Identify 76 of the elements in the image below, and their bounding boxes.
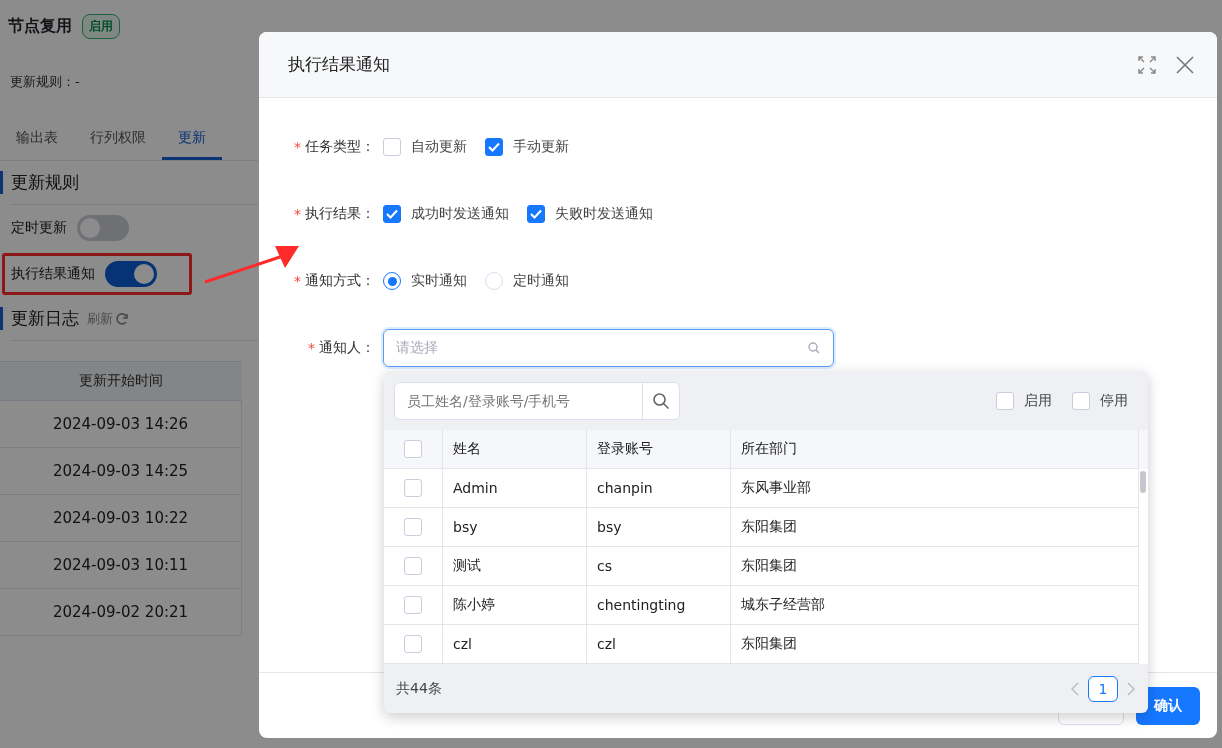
field-label: 任务类型： xyxy=(305,138,375,156)
required-mark: * xyxy=(294,273,301,289)
checkbox[interactable] xyxy=(383,138,401,156)
toggle-switch[interactable] xyxy=(77,215,129,241)
table-cell: 2024-09-03 14:26 xyxy=(0,401,242,448)
checkbox[interactable] xyxy=(404,440,422,458)
table-cell: 陈小婷 xyxy=(443,586,587,625)
status-badge: 启用 xyxy=(82,14,120,39)
checkbox[interactable] xyxy=(383,205,401,223)
checkbox[interactable] xyxy=(996,391,1014,410)
table-cell: 2024-09-03 10:11 xyxy=(0,542,242,589)
filter-option[interactable]: 停用 xyxy=(1072,391,1128,410)
check-icon xyxy=(530,209,542,219)
table-cell: chentingting xyxy=(587,586,731,625)
field-label: 通知方式： xyxy=(305,272,375,290)
table-cell: Admin xyxy=(443,469,587,508)
check-icon xyxy=(488,142,500,152)
column-header: 所在部门 xyxy=(731,430,1139,469)
checkbox[interactable] xyxy=(527,205,545,223)
toggle-switch[interactable] xyxy=(105,261,157,287)
column-header: 姓名 xyxy=(443,430,587,469)
checkbox[interactable] xyxy=(404,635,422,653)
search-icon xyxy=(807,341,821,355)
checkbox-option[interactable]: 成功时发送通知 xyxy=(383,205,509,223)
table-cell: czl xyxy=(443,625,587,664)
rule-text: 更新规则：- xyxy=(9,73,81,91)
checkbox[interactable] xyxy=(404,479,422,497)
table-cell: bsy xyxy=(443,508,587,547)
checkbox[interactable] xyxy=(404,596,422,614)
required-mark: * xyxy=(294,206,301,222)
table-cell: 2024-09-03 10:22 xyxy=(0,495,242,542)
table-cell: 2024-09-03 14:25 xyxy=(0,448,242,495)
table-cell: 城东子经营部 xyxy=(731,586,1139,625)
filter-option[interactable]: 启用 xyxy=(996,391,1052,410)
checkbox-option[interactable]: 失败时发送通知 xyxy=(527,205,653,223)
chevron-left-icon[interactable] xyxy=(1070,681,1080,696)
tab[interactable]: 行列权限 xyxy=(74,121,162,160)
search-box[interactable]: 员工姓名/登录账号/手机号 xyxy=(394,381,680,420)
section-title: 更新规则 xyxy=(0,171,79,194)
table-cell: 东阳集团 xyxy=(731,508,1139,547)
table-cell: 东阳集团 xyxy=(731,625,1139,664)
table-cell: 测试 xyxy=(443,547,587,586)
table-cell: 东阳集团 xyxy=(731,547,1139,586)
column-header: 更新开始时间 xyxy=(0,361,242,401)
table-cell: bsy xyxy=(587,508,731,547)
table-cell: czl xyxy=(587,625,731,664)
radio-option[interactable]: 实时通知 xyxy=(383,272,467,290)
chevron-right-icon[interactable] xyxy=(1126,681,1136,696)
column-header: 登录账号 xyxy=(587,430,731,469)
field-label: 执行结果： xyxy=(305,205,375,223)
search-field[interactable]: 员工姓名/登录账号/手机号 xyxy=(395,382,642,419)
table-cell: cs xyxy=(587,547,731,586)
tab[interactable]: 更新 xyxy=(162,121,222,160)
table-cell: 东风事业部 xyxy=(731,469,1139,508)
toggle-label: 定时更新 xyxy=(11,219,67,237)
dialog-title: 执行结果通知 xyxy=(288,53,391,76)
tab[interactable]: 输出表 xyxy=(0,121,74,160)
checkbox[interactable] xyxy=(404,518,422,536)
page-button[interactable]: 1 xyxy=(1088,675,1118,702)
required-mark: * xyxy=(294,139,301,155)
table-cell: chanpin xyxy=(587,469,731,508)
radio-option[interactable]: 定时通知 xyxy=(485,272,569,290)
checkbox[interactable] xyxy=(1072,391,1090,410)
field-label: 通知人： xyxy=(319,339,375,357)
checkbox-option[interactable]: 手动更新 xyxy=(485,138,569,156)
check-icon xyxy=(386,209,398,219)
section-title: 更新日志 xyxy=(0,307,79,330)
table-cell: 2024-09-02 20:21 xyxy=(0,589,242,636)
page-title: 节点复用 xyxy=(8,16,72,37)
checkbox-option[interactable]: 自动更新 xyxy=(383,138,467,156)
refresh-icon xyxy=(115,311,129,326)
checkbox[interactable] xyxy=(485,138,503,156)
toggle-label: 执行结果通知 xyxy=(11,265,95,283)
checkbox[interactable] xyxy=(404,557,422,575)
required-mark: * xyxy=(308,340,315,356)
total-count: 共44条 xyxy=(396,679,443,698)
